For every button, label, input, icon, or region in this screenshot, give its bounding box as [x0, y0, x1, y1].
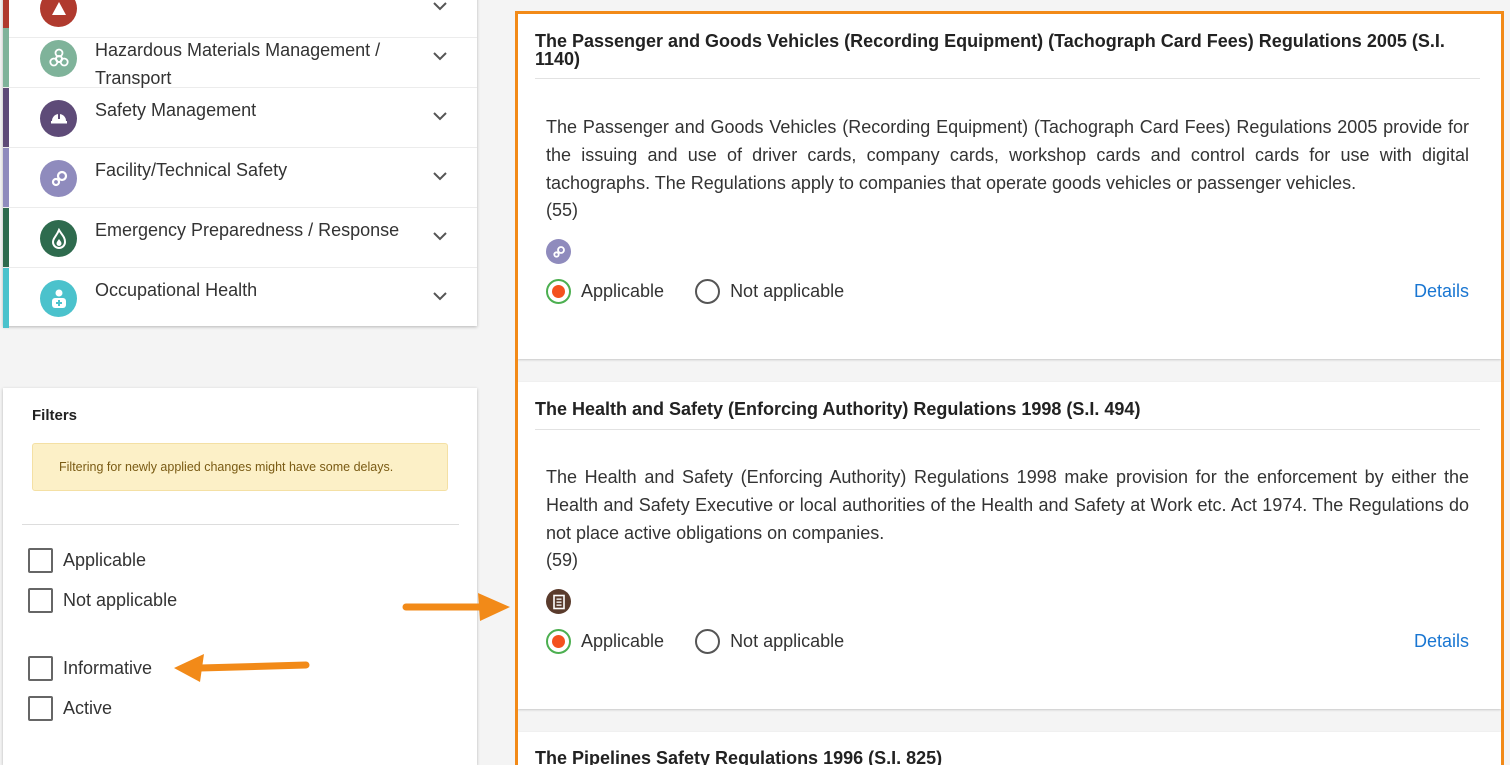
gears-icon — [546, 239, 571, 264]
chevron-down-icon[interactable] — [433, 172, 447, 181]
filter-delay-notice: Filtering for newly applied changes migh… — [32, 443, 448, 491]
category-item-facility-technical-safety[interactable]: Facility/Technical Safety — [3, 148, 477, 208]
annotation-arrow-informative — [174, 654, 310, 682]
fire-icon — [40, 220, 77, 257]
warning-icon — [40, 0, 77, 27]
notice-text: Filtering for newly applied changes migh… — [59, 460, 394, 474]
divider — [22, 524, 459, 525]
applicability-radio-group: Applicable Not applicable — [546, 279, 844, 304]
category-label: Facility/Technical Safety — [95, 160, 288, 180]
category-color-bar — [3, 28, 9, 87]
category-label: Safety Management — [95, 100, 257, 120]
radio-label: Applicable — [581, 631, 665, 651]
gears-icon — [40, 160, 77, 197]
regulation-card: The Passenger and Goods Vehicles (Record… — [518, 14, 1501, 359]
divider — [535, 78, 1480, 79]
regulation-title[interactable]: The Health and Safety (Enforcing Authori… — [535, 400, 1485, 418]
filter-label: Informative — [63, 658, 153, 678]
radio-applicable[interactable] — [546, 629, 571, 654]
regulation-card: The Pipelines Safety Regulations 1996 (S… — [518, 732, 1501, 765]
radio-label: Not applicable — [730, 631, 845, 651]
details-link[interactable]: Details — [1414, 631, 1469, 652]
category-label: Occupational Health — [95, 280, 258, 300]
checkbox[interactable] — [28, 696, 53, 721]
applicability-radio-group: Applicable Not applicable — [546, 629, 844, 654]
chevron-down-icon[interactable] — [433, 52, 447, 61]
category-label: Hazardous Materials Management / Transpo… — [95, 40, 381, 88]
category-item-occupational-health[interactable]: Occupational Health — [3, 268, 477, 328]
annotation-arrow-results — [402, 593, 510, 621]
category-color-bar — [3, 208, 9, 267]
chevron-down-icon[interactable] — [433, 292, 447, 301]
hardhat-icon — [40, 100, 77, 137]
radio-label: Not applicable — [730, 281, 845, 301]
regulation-count: (55) — [546, 200, 579, 220]
radio-selected-dot — [552, 285, 565, 298]
radio-not-applicable[interactable] — [695, 279, 721, 304]
filter-label: Applicable — [63, 550, 147, 570]
regulation-description: The Health and Safety (Enforcing Authori… — [546, 467, 1469, 543]
filter-label: Not applicable — [63, 590, 178, 610]
filter-informative[interactable]: Informative — [28, 656, 152, 681]
filters-title: Filters — [32, 407, 78, 424]
radio-applicable[interactable] — [546, 279, 571, 304]
regulation-card: The Health and Safety (Enforcing Authori… — [518, 382, 1501, 709]
chevron-down-icon[interactable] — [433, 232, 447, 241]
radio-not-applicable[interactable] — [695, 629, 721, 654]
category-panel: Hazardous Materials Management / Transpo… — [3, 0, 477, 328]
category-label: Emergency Preparedness / Response — [95, 220, 400, 240]
divider — [535, 429, 1480, 430]
chevron-down-icon[interactable] — [433, 112, 447, 121]
category-item-safety-management[interactable]: Safety Management — [3, 88, 477, 148]
health-icon — [40, 280, 77, 317]
filter-applicable[interactable]: Applicable — [28, 548, 146, 573]
category-color-bar — [3, 268, 9, 328]
regulation-description: The Passenger and Goods Vehicles (Record… — [546, 117, 1469, 193]
regulation-count: (59) — [546, 550, 579, 570]
biohazard-icon — [40, 40, 77, 77]
category-item-hazardous-materials[interactable]: Hazardous Materials Management / Transpo… — [3, 28, 477, 88]
document-icon — [546, 589, 571, 614]
filter-active[interactable]: Active — [28, 696, 112, 721]
filter-label: Active — [63, 698, 113, 718]
radio-selected-dot — [552, 635, 565, 648]
category-color-bar — [3, 148, 9, 207]
checkbox[interactable] — [28, 588, 53, 613]
category-item-emergency-preparedness[interactable]: Emergency Preparedness / Response — [3, 208, 477, 268]
regulation-title[interactable]: The Pipelines Safety Regulations 1996 (S… — [535, 749, 1485, 765]
checkbox[interactable] — [28, 656, 53, 681]
checkbox[interactable] — [28, 548, 53, 573]
category-color-bar — [3, 88, 9, 147]
details-link[interactable]: Details — [1414, 281, 1469, 302]
radio-label: Applicable — [581, 281, 665, 301]
filter-not-applicable[interactable]: Not applicable — [28, 588, 177, 613]
results-highlight-frame: The Passenger and Goods Vehicles (Record… — [515, 11, 1504, 765]
filters-panel: Filters Filtering for newly applied chan… — [3, 388, 477, 765]
regulation-title[interactable]: The Passenger and Goods Vehicles (Record… — [535, 32, 1485, 68]
chevron-down-icon[interactable] — [433, 2, 447, 11]
